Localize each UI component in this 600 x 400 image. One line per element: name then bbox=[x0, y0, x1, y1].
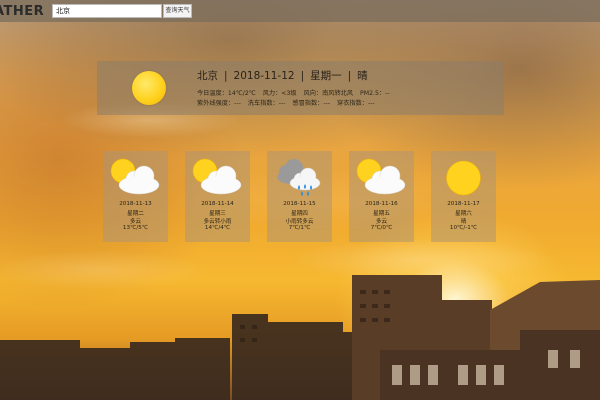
forecast-weekday: 星期四 bbox=[291, 211, 308, 217]
forecast-weekday: 星期六 bbox=[455, 211, 472, 217]
forecast-weekday: 星期三 bbox=[209, 211, 226, 217]
wind-force: 风力：<3级 bbox=[262, 90, 297, 97]
car-wash-index: 洗车指数：--- bbox=[247, 100, 286, 107]
cold-index: 感冒指数：--- bbox=[292, 100, 331, 107]
divider: | bbox=[347, 70, 352, 82]
forecast-card: 2018-11-14 星期三 多云转小雨 14℃/4℃ bbox=[185, 151, 250, 242]
forecast-temperature: 10℃/-1℃ bbox=[449, 225, 478, 231]
search-weather-button[interactable]: 查询天气 bbox=[163, 4, 192, 18]
sun-icon bbox=[132, 71, 166, 105]
today-details-line2: 紫外线强度：--- 洗车指数：--- 感冒指数：--- 穿衣指数：--- bbox=[197, 98, 380, 107]
forecast-card: 2018-11-13 星期二 多云 13℃/5℃ bbox=[103, 151, 168, 242]
forecast-date: 2018-11-16 bbox=[365, 201, 398, 207]
forecast-weekday: 星期五 bbox=[373, 211, 390, 217]
today-condition: 晴 bbox=[357, 70, 368, 82]
today-weather-panel: 北京 | 2018-11-12 | 星期一 | 晴 今日温度：14℃/2℃ 风力：<3级 风… bbox=[97, 61, 504, 115]
rain-icon bbox=[277, 159, 321, 196]
forecast-temperature: 14℃/4℃ bbox=[204, 225, 231, 231]
partly-cloudy-icon bbox=[192, 158, 242, 195]
today-date: 2018-11-12 bbox=[233, 70, 295, 82]
forecast-card: 2018-11-15 星期四 小雨转多云 7℃/1℃ bbox=[267, 151, 332, 242]
forecast-condition: 多云 bbox=[129, 219, 142, 225]
forecast-weekday: 星期二 bbox=[127, 211, 144, 217]
forecast-condition: 多云 bbox=[375, 219, 388, 225]
forecast-date: 2018-11-17 bbox=[447, 201, 480, 207]
city-name: 北京 bbox=[197, 70, 218, 82]
forecast-card: 2018-11-16 星期五 多云 7℃/0℃ bbox=[349, 151, 414, 242]
forecast-condition: 小雨转多云 bbox=[285, 219, 314, 225]
divider: | bbox=[224, 70, 228, 82]
forecast-condition: 多云转小雨 bbox=[203, 219, 232, 225]
sun-icon bbox=[446, 160, 481, 196]
forecast-card: 2018-11-17 星期六 晴 10℃/-1℃ bbox=[431, 151, 496, 242]
forecast-temperature: 7℃/0℃ bbox=[370, 225, 393, 231]
partly-cloudy-icon bbox=[110, 158, 160, 195]
dressing-index: 穿衣指数：--- bbox=[337, 100, 375, 107]
city-search-input[interactable] bbox=[52, 4, 162, 18]
pm25: PM2.5：-- bbox=[360, 90, 390, 97]
app-logo: ATHER bbox=[0, 3, 45, 19]
today-weekday: 星期一 bbox=[310, 70, 342, 82]
forecast-date: 2018-11-13 bbox=[119, 201, 152, 207]
forecast-condition: 晴 bbox=[460, 219, 467, 225]
today-temperature: 今日温度：14℃/2℃ bbox=[197, 90, 256, 97]
forecast-temperature: 7℃/1℃ bbox=[288, 225, 311, 231]
today-headline: 北京 | 2018-11-12 | 星期一 | 晴 bbox=[197, 68, 368, 83]
city-skyline-background bbox=[0, 275, 600, 400]
partly-cloudy-icon bbox=[356, 158, 406, 195]
uv-index: 紫外线强度：--- bbox=[197, 100, 241, 107]
today-details-line1: 今日温度：14℃/2℃ 风力：<3级 风向：南风转北风 PM2.5：-- bbox=[197, 88, 395, 97]
forecast-date: 2018-11-14 bbox=[201, 201, 234, 207]
wind-direction: 风向：南风转北风 bbox=[303, 90, 354, 97]
forecast-date: 2018-11-15 bbox=[283, 201, 316, 207]
divider: | bbox=[300, 70, 305, 82]
forecast-temperature: 13℃/5℃ bbox=[122, 225, 149, 231]
